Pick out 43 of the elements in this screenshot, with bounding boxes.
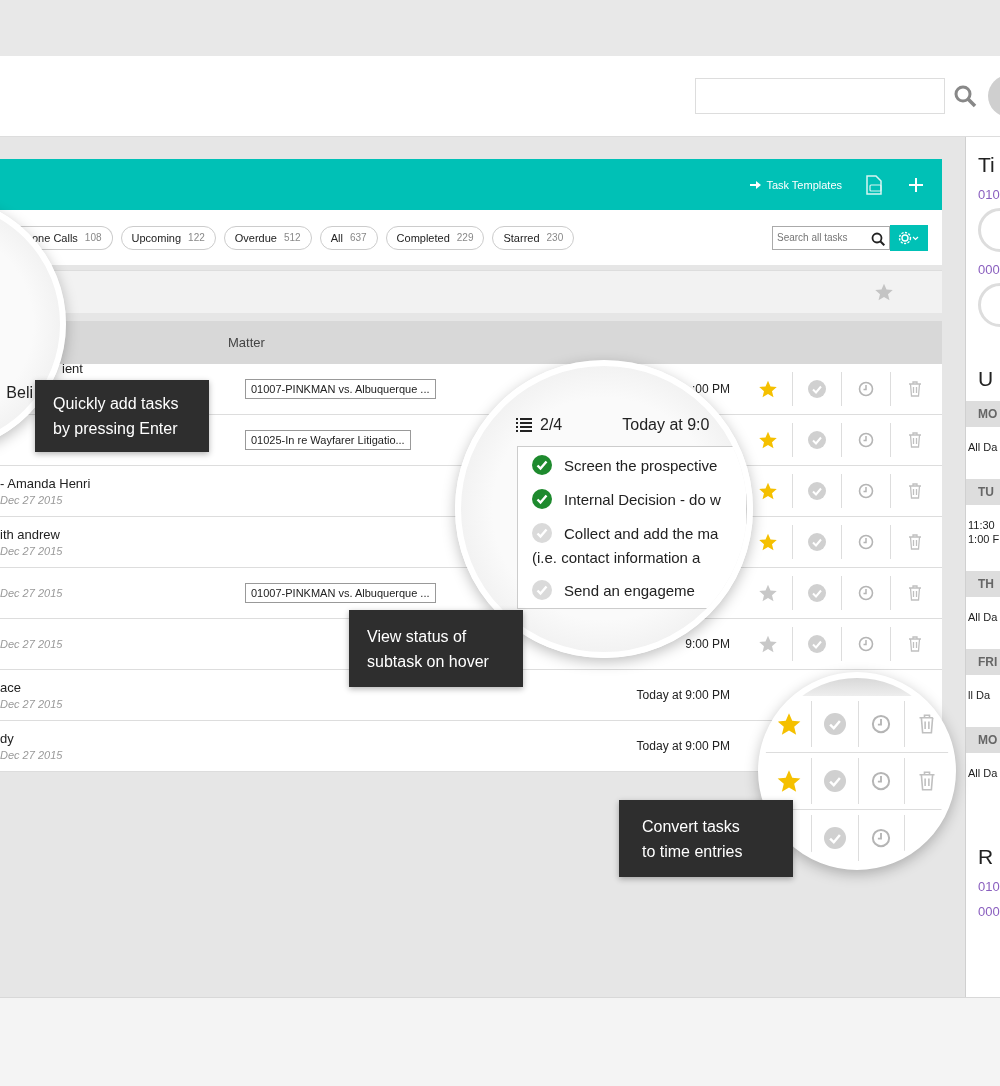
- day-header: FRI: [966, 649, 1000, 675]
- event-time: 1:00 F: [968, 533, 1000, 545]
- task-date: Dec 27 2015: [0, 749, 64, 761]
- event-time: All Da: [968, 611, 999, 623]
- task-date: Dec 27 2015: [0, 587, 64, 599]
- due-date: Today at 9:00 PM: [636, 688, 730, 702]
- task-title: Beli: [6, 384, 33, 402]
- task-title: ith andrew: [0, 527, 61, 542]
- subtask-text: Internal Decision - do w: [564, 490, 721, 508]
- task-title: - Amanda Henri: [0, 476, 92, 491]
- event-time: 11:30: [968, 519, 996, 531]
- task-title: ient: [61, 361, 83, 376]
- subtask-count: 2/4: [540, 416, 563, 434]
- task-title: dy: [0, 731, 15, 746]
- due-date: 9:00 PM: [685, 637, 730, 651]
- event-time: All Da: [968, 767, 999, 779]
- column-header: Matter: [228, 335, 265, 350]
- day-header: MO: [966, 401, 1000, 427]
- task-title: ace: [0, 680, 22, 695]
- subtask-text: (i.e. contact information a: [532, 549, 702, 566]
- subtask-text: Send an engageme: [564, 581, 695, 599]
- event-time: ll Da: [968, 689, 991, 701]
- day-header: TH: [966, 571, 1000, 597]
- task-date: Dec 27 2015: [0, 545, 64, 557]
- tooltip-text: Convert tasks: [642, 816, 741, 837]
- tooltip-text: subtask on hover: [367, 651, 490, 672]
- section-title: R: [978, 845, 995, 869]
- section-title: Ti: [978, 153, 996, 177]
- tooltip-text: View status of: [367, 626, 468, 647]
- due-date: :00 PM: [692, 382, 730, 396]
- task-date: Dec 27 2015: [0, 638, 64, 650]
- task-date: Dec 27 2015: [0, 494, 64, 506]
- due-date: Today at 9:00 PM: [636, 739, 730, 753]
- task-date: Dec 27 2015: [0, 698, 64, 710]
- tooltip-text: Quickly add tasks: [53, 394, 180, 414]
- tooltip-text: to time entries: [642, 841, 744, 862]
- day-header: TU: [966, 479, 1000, 505]
- due-date: Today at 9:0: [622, 416, 710, 434]
- day-header: MO: [966, 727, 1000, 753]
- tooltip-text: by pressing Enter: [53, 419, 179, 439]
- subtask-text: Collect and add the ma: [564, 524, 719, 542]
- section-title: U: [978, 367, 995, 391]
- event-time: All Da: [968, 441, 999, 453]
